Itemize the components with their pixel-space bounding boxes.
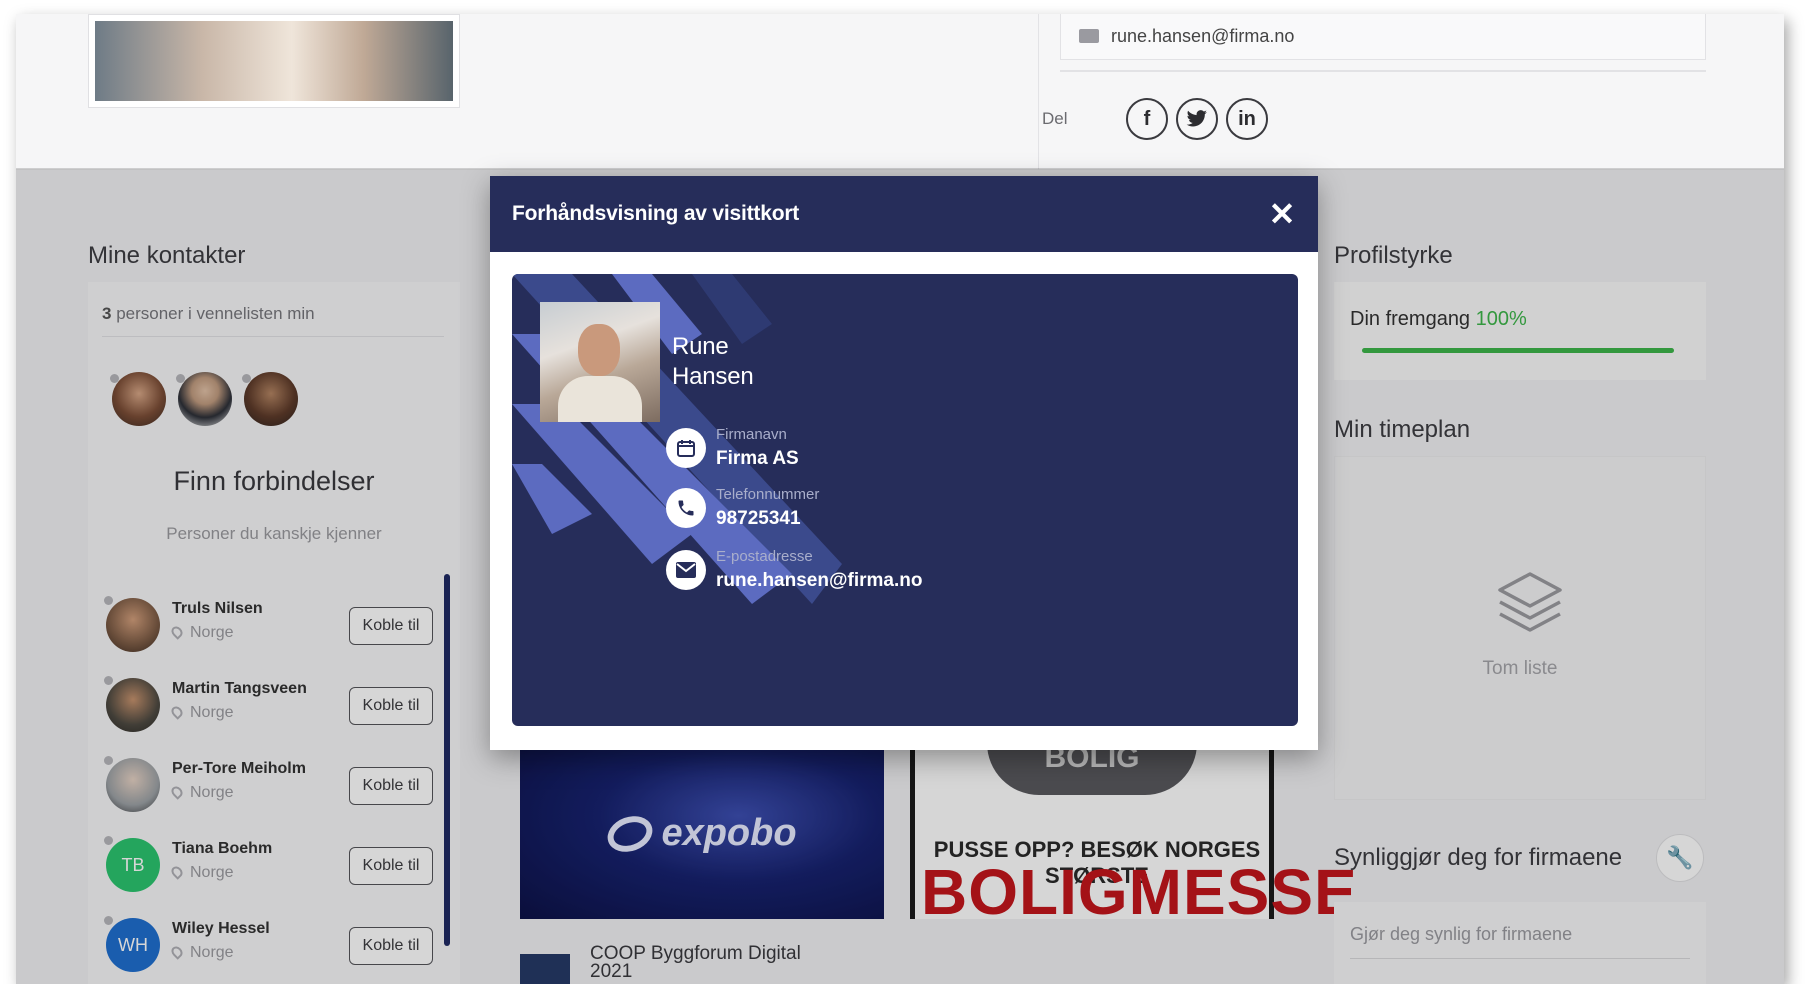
profile-email-field: rune.hansen@firma.no	[1060, 14, 1706, 60]
share-label: Del	[1042, 109, 1068, 128]
linkedin-icon: in	[1238, 107, 1256, 130]
business-card-preview-modal: Forhåndsvisning av visittkort ✕ Rune Han…	[490, 176, 1318, 750]
envelope-icon	[666, 550, 706, 590]
email-label: E-postadresse	[716, 548, 813, 565]
card-last-name: Hansen	[672, 363, 754, 390]
company-label: Firmanavn	[716, 426, 787, 443]
card-profile-photo	[540, 302, 660, 422]
phone-value: 98725341	[716, 508, 801, 529]
company-value: Firma AS	[716, 448, 799, 469]
phone-label: Telefonnummer	[716, 486, 820, 503]
twitter-icon	[1186, 110, 1207, 127]
facebook-icon: f	[1143, 107, 1151, 130]
modal-header: Forhåndsvisning av visittkort ✕	[490, 176, 1318, 252]
card-first-name: Rune	[672, 333, 729, 360]
header-divider	[1038, 14, 1039, 170]
profile-email: rune.hansen@firma.no	[1111, 26, 1295, 46]
divider	[1060, 70, 1706, 72]
phone-icon	[666, 488, 706, 528]
close-icon: ✕	[1268, 196, 1296, 232]
linkedin-share-button[interactable]: in	[1226, 98, 1268, 140]
card-name: Rune Hansen	[672, 332, 754, 392]
twitter-share-button[interactable]	[1176, 98, 1218, 140]
modal-title: Forhåndsvisning av visittkort	[512, 202, 800, 225]
envelope-icon	[1079, 29, 1099, 43]
calendar-icon	[666, 428, 706, 468]
facebook-share-button[interactable]: f	[1126, 98, 1168, 140]
email-value: rune.hansen@firma.no	[716, 570, 923, 591]
business-card: Rune Hansen Firmanavn Firma AS Telefonnu…	[512, 274, 1298, 726]
close-button[interactable]: ✕	[1268, 196, 1296, 232]
profile-photo	[88, 14, 460, 108]
